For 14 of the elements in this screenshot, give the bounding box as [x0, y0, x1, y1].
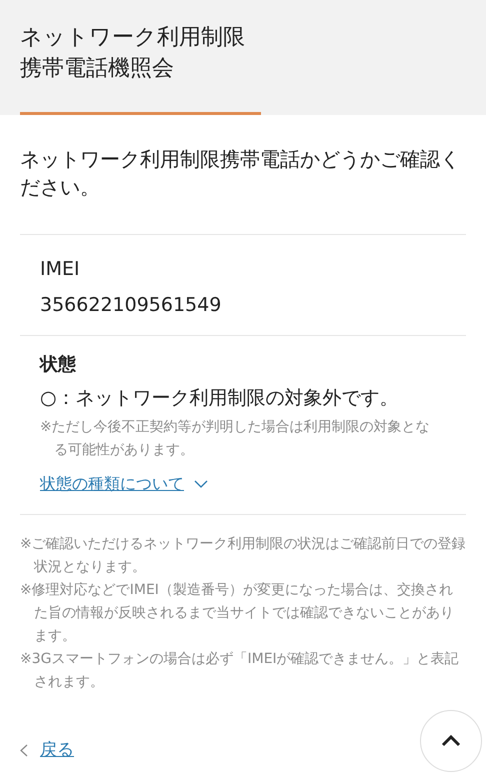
footnote: ※修理対応などでIMEI（製造番号）が変更になった場合は、交換された旨の情報が反映されるまで当サイトでは確認できないことがあります。	[20, 581, 455, 646]
status-result: ○：ネットワーク利用制限の対象外です。	[40, 386, 400, 411]
chevron-left-icon	[20, 744, 28, 756]
chevron-up-icon	[441, 735, 461, 747]
status-types-link[interactable]: 状態の種類について	[40, 472, 208, 496]
footnote: ※3Gスマートフォンの場合は必ず「IMEIが確認できません。」と表記されます。	[20, 650, 460, 692]
status-label: 状態	[40, 353, 77, 377]
imei-label: IMEI	[40, 257, 81, 282]
footnote: ※ご確認いただけるネットワーク利用制限の状況はご確認前日での登録状況となります。	[20, 535, 466, 577]
intro-text: ネットワーク利用制限携帯電話かどうかご確認ください。	[20, 115, 466, 235]
imei-value: 356622109561549	[40, 293, 222, 318]
back-link[interactable]: 戻る	[20, 738, 74, 762]
page-title: ネットワーク利用制限携帯電話機照会	[20, 24, 246, 83]
status-note: ※ただし今後不正契約等が判明した場合は利用制限の対象となる可能性があります。	[40, 418, 431, 460]
